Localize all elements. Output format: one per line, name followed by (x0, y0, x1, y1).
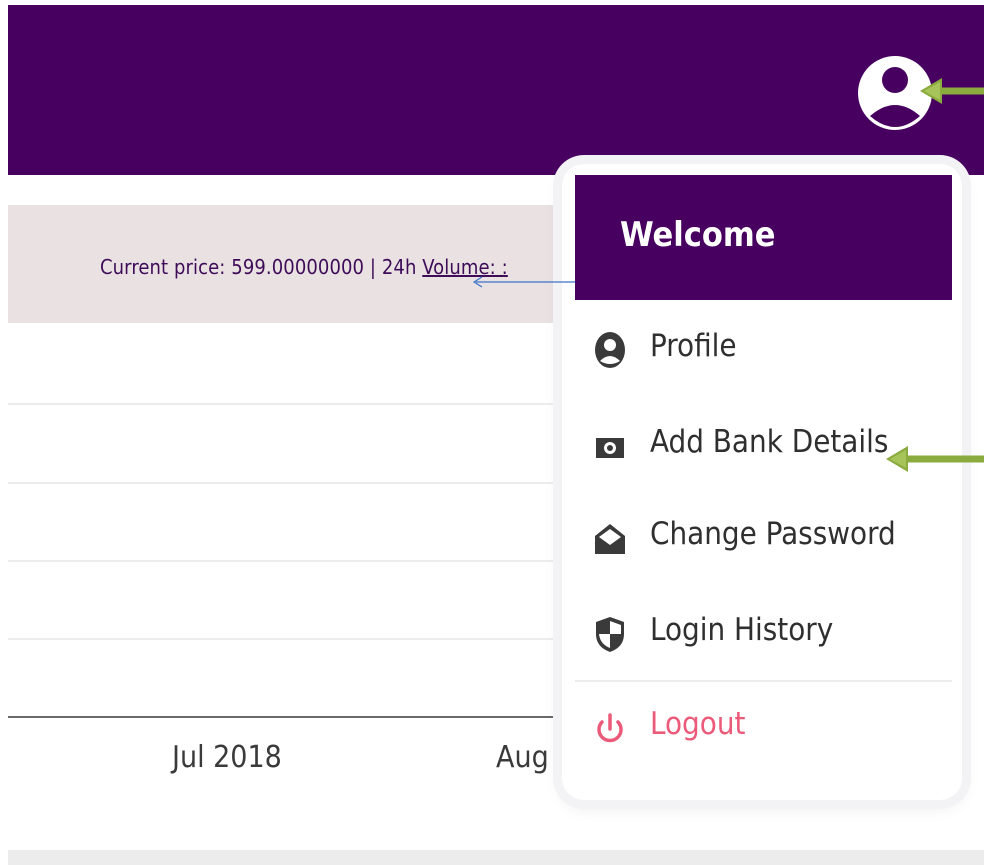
menu-item-label: Login History (650, 612, 834, 648)
annotation-arrow-icon (472, 276, 575, 288)
top-header (8, 5, 984, 175)
shield-icon (596, 617, 624, 652)
menu-item-label: Add Bank Details (650, 424, 889, 460)
banknote-icon (596, 438, 624, 458)
power-icon (597, 713, 623, 743)
menu-item-change-password[interactable]: Change Password (575, 500, 952, 580)
welcome-title: Welcome (620, 215, 776, 255)
current-price-text: Current price: 599.00000000 | 24h (100, 255, 423, 279)
user-icon (595, 332, 625, 368)
bottom-scrollbar (8, 850, 984, 865)
envelope-open-icon (595, 524, 625, 554)
annotation-arrow-icon (920, 78, 984, 104)
menu-item-label: Logout (650, 706, 746, 742)
annotation-arrow-icon (886, 446, 984, 472)
menu-item-login-history[interactable]: Login History (575, 596, 952, 676)
x-tick-label: Jul 2018 (172, 740, 282, 775)
menu-item-label: Change Password (650, 516, 896, 552)
menu-divider (575, 680, 952, 682)
menu-item-label: Profile (650, 328, 737, 364)
menu-item-logout[interactable]: Logout (575, 690, 952, 770)
left-gutter (0, 0, 8, 865)
price-summary: Current price: 599.00000000 | 24h Volume… (100, 255, 508, 279)
menu-item-profile[interactable]: Profile (575, 312, 952, 392)
